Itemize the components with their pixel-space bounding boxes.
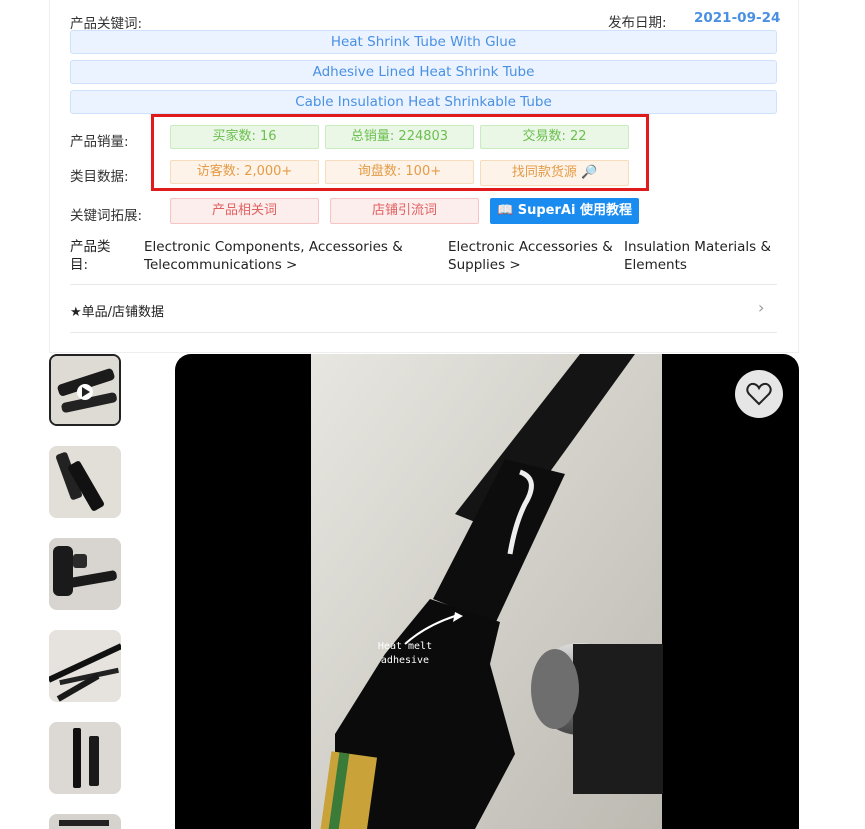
publish-date-label: 发布日期: <box>608 15 667 31</box>
keywords-label: 产品关键词: <box>70 16 143 32</box>
category-link[interactable]: Insulation Materials & Elements <box>624 238 784 274</box>
star-icon: ★ <box>70 305 82 320</box>
divider <box>70 284 777 285</box>
video-overlay-text: Heat melt adhesive <box>377 641 433 666</box>
keyword-expand-label: 关键词拓展: <box>70 208 143 224</box>
product-video[interactable]: Heat melt adhesive <box>175 354 799 829</box>
category-label: 产品类目: <box>70 239 111 273</box>
heart-icon <box>746 382 772 406</box>
thumbnail[interactable] <box>49 722 121 794</box>
thumbnail-video[interactable] <box>49 354 121 426</box>
thumbnail[interactable] <box>49 446 121 518</box>
thumbnail[interactable] <box>49 538 121 610</box>
thumbnail[interactable] <box>49 814 121 829</box>
tutorial-button[interactable]: 📖 SuperAi 使用教程 <box>490 198 639 224</box>
related-words-button[interactable]: 产品相关词 <box>170 198 319 224</box>
keyword-tag[interactable]: Cable Insulation Heat Shrinkable Tube <box>70 90 777 114</box>
sales-label: 产品销量: <box>70 134 129 150</box>
category-link[interactable]: Electronic Accessories & Supplies > <box>448 238 618 274</box>
shop-data-row[interactable]: ★单品/店铺数据 <box>70 301 164 320</box>
shop-data-label: 单品/店铺数据 <box>81 305 165 320</box>
category-link[interactable]: Electronic Components, Accessories & Tel… <box>144 238 424 274</box>
keyword-tag[interactable]: Heat Shrink Tube With Glue <box>70 30 777 54</box>
highlight-box <box>151 114 649 191</box>
tutorial-label: SuperAi 使用教程 <box>517 203 632 218</box>
chevron-right-icon[interactable]: › <box>758 298 764 317</box>
favorite-button[interactable] <box>735 370 783 418</box>
traffic-words-button[interactable]: 店铺引流词 <box>330 198 479 224</box>
publish-date: 2021-09-24 <box>694 10 781 26</box>
category-data-label: 类目数据: <box>70 169 129 185</box>
thumbnail[interactable] <box>49 630 121 702</box>
divider <box>70 332 777 333</box>
keyword-tag[interactable]: Adhesive Lined Heat Shrink Tube <box>70 60 777 84</box>
book-icon: 📖 <box>497 203 514 218</box>
